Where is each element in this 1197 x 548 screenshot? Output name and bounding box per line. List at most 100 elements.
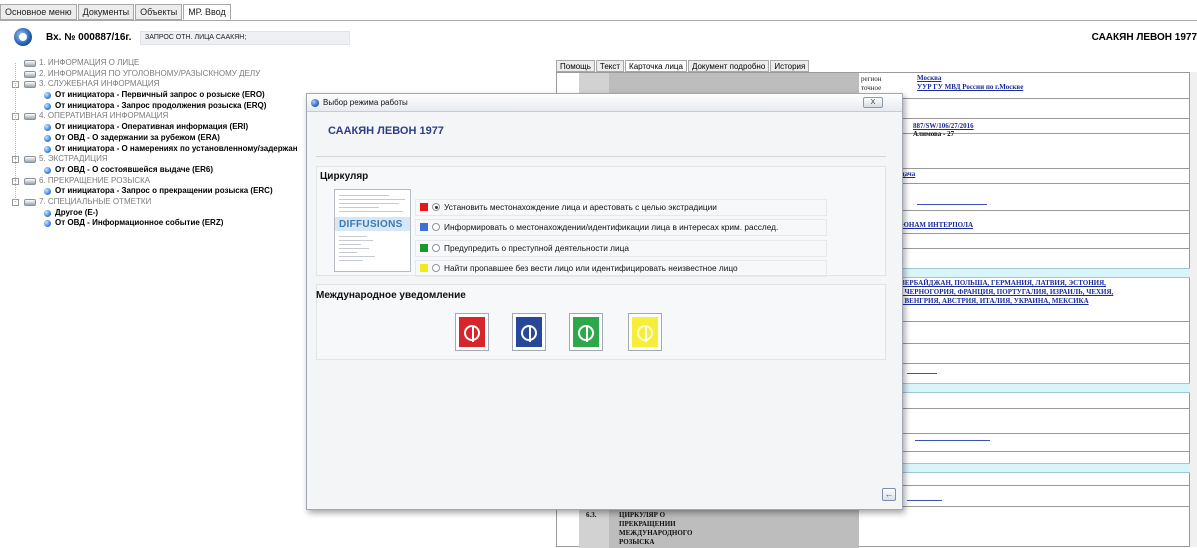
folder-icon (24, 60, 36, 67)
card-vertical-scrollbar[interactable] (1190, 72, 1197, 547)
tree-item[interactable]: -3. СЛУЖЕБНАЯ ИНФОРМАЦИЯ (0, 79, 306, 90)
tree-item-label: От инициатора - Запрос о прекращении роз… (55, 186, 273, 196)
tree-item-label: От ОВД - О задержании за рубежом (ERA) (55, 132, 220, 142)
document-number: Вх. № 000887/16г. (46, 32, 132, 43)
folder-icon (24, 156, 36, 164)
dialog-person-name: СААКЯН ЛЕВОН 1977 (328, 125, 444, 137)
card-ref-number[interactable]: 887/SW/106/27/2016 (913, 122, 974, 130)
dialog-title-bar[interactable]: Выбор режима работы X (307, 94, 902, 112)
tree-item-label: 6. ПРЕКРАЩЕНИЕ РОЗЫСКА (39, 175, 151, 185)
tree-item-label: От инициатора - Запрос продолжения розыс… (55, 100, 267, 110)
person-header-name: СААКЯН ЛЕВОН 1977 (1091, 32, 1197, 43)
card-row-line (857, 321, 1191, 322)
bullet-icon (44, 209, 51, 217)
tree-item[interactable]: От инициатора - Оперативная информация (… (0, 122, 306, 133)
section-tree: 1. ИНФОРМАЦИЯ О ЛИЦЕ 2. ИНФОРМАЦИЯ ПО УГО… (0, 58, 306, 229)
folder-icon (24, 177, 36, 185)
notice-green-button[interactable] (569, 313, 603, 351)
card-tab-0[interactable]: Помощь (556, 60, 595, 72)
card-row-line (857, 485, 1191, 486)
card-row-line (857, 363, 1191, 364)
tree-item-label: 5. ЭКСТРАДИЦИЯ (39, 154, 108, 164)
tree-item-label: От ОВД - Информационное событие (ERZ) (55, 218, 224, 228)
tree-item[interactable]: От инициатора - О намерениях по установл… (0, 144, 306, 155)
interpol-globe-icon (521, 325, 537, 342)
bullet-icon (44, 145, 51, 153)
color-swatch-icon (420, 244, 428, 252)
tree-item-label: От инициатора - Оперативная информация (… (55, 122, 249, 132)
tree-item-label: 3. СЛУЖЕБНАЯ ИНФОРМАЦИЯ (39, 79, 160, 89)
card-row-line (857, 248, 1191, 249)
bullet-icon (44, 124, 51, 132)
card-region-value[interactable]: Москва (917, 74, 941, 82)
tree-item-label: Другое (E-) (55, 207, 99, 217)
card-tab-bar: Помощь Текст Карточка лица Документ подробн… (556, 60, 810, 72)
top-tab-bar: Основное меню Документы Объекты МР. Ввод (0, 4, 232, 21)
card-row-line (857, 133, 1191, 134)
tree-item[interactable]: От инициатора - Первичный запрос о розыс… (0, 90, 306, 101)
card-section-title: РОЗЫСКА (619, 538, 655, 546)
tree-item[interactable]: -5. ЭКСТРАДИЦИЯ (0, 154, 306, 165)
card-partial-interpol[interactable]: ЮНАМ ИНТЕРПОЛА (901, 221, 973, 229)
dialog-separator (316, 156, 886, 157)
radio-button[interactable] (432, 264, 440, 272)
card-tab-4[interactable]: История (770, 60, 810, 72)
card-row-line (857, 451, 1191, 452)
card-row-line (857, 168, 1191, 169)
card-row-line (857, 210, 1191, 211)
card-countries-line[interactable]: , ЧЕРНОГОРИЯ, ФРАНЦИЯ, ПОРТУГАЛИЯ, ИЗРАИ… (901, 288, 1113, 296)
card-countries-line[interactable]: , ВЕНГРИЯ, АВСТРИЯ, ИТАЛИЯ, УКРАИНА, МЕК… (901, 297, 1089, 305)
tree-guide-line (15, 63, 16, 203)
radio-button[interactable] (432, 203, 440, 211)
top-tab-divider (0, 20, 1197, 21)
interpol-globe-icon (578, 325, 594, 342)
interpol-globe-icon (637, 325, 653, 342)
radio-button[interactable] (432, 223, 440, 231)
top-tab-3[interactable]: МР. Ввод (183, 4, 231, 20)
top-tab-2[interactable]: Объекты (135, 4, 183, 20)
tree-item[interactable]: От ОВД - О состоявшейся выдаче (ER6) (0, 165, 306, 176)
top-tab-0[interactable]: Основное меню (0, 4, 77, 20)
card-tab-1[interactable]: Текст (595, 60, 625, 72)
notice-blue-button[interactable] (512, 313, 546, 351)
folder-icon (24, 70, 36, 78)
card-region-label: регион (861, 75, 882, 83)
tree-item[interactable]: 1. ИНФОРМАЦИЯ О ЛИЦЕ (0, 58, 306, 69)
card-tab-3[interactable]: Документ подробно (687, 60, 770, 72)
folder-icon (24, 113, 36, 121)
color-swatch-icon (420, 223, 428, 231)
tree-item[interactable]: От инициатора - Запрос о прекращении роз… (0, 186, 306, 197)
notice-red-button[interactable] (455, 313, 489, 351)
dialog-proceed-button[interactable]: ← (882, 488, 896, 501)
tree-item[interactable]: -7. СПЕЦИАЛЬНЫЕ ОТМЕТКИ (0, 197, 306, 208)
international-notice-title: Международное уведомление (316, 290, 466, 301)
circular-option-label: Установить местонахождение лица и аресто… (444, 202, 717, 212)
card-partial-field[interactable]: дача (901, 170, 915, 178)
notice-yellow-button[interactable] (628, 313, 662, 351)
tree-item-label: От ОВД - О состоявшейся выдаче (ER6) (55, 164, 214, 174)
tree-item[interactable]: 2. ИНФОРМАЦИЯ ПО УГОЛОВНОМУ/РАЗЫСКНОМУ Д… (0, 69, 306, 80)
tree-item[interactable]: От инициатора - Запрос продолжения розыс… (0, 101, 306, 112)
diffusion-document-label: DIFFUSIONS (339, 219, 403, 230)
diffusion-document-thumbnail: DIFFUSIONS (334, 189, 411, 272)
card-tab-2[interactable]: Карточка лица (625, 60, 687, 72)
tree-item[interactable]: -4. ОПЕРАТИВНАЯ ИНФОРМАЦИЯ (0, 111, 306, 122)
tree-item[interactable]: От ОВД - О задержании за рубежом (ERA) (0, 133, 306, 144)
top-tab-1[interactable]: Документы (77, 4, 135, 20)
card-exact-value[interactable]: УУР ГУ МВД России по г.Москве (917, 83, 1023, 91)
color-swatch-icon (420, 264, 428, 272)
tree-item[interactable]: От ОВД - Информационное событие (ERZ) (0, 218, 306, 229)
tree-item[interactable]: -6. ПРЕКРАЩЕНИЕ РОЗЫСКА (0, 176, 306, 187)
bullet-icon (44, 166, 51, 174)
app-globe-icon (311, 99, 319, 107)
color-swatch-icon (420, 203, 428, 211)
dialog-close-button[interactable]: X (863, 97, 883, 108)
tree-item-label: От инициатора - Первичный запрос о розыс… (55, 90, 265, 100)
circular-title: Циркуляр (320, 171, 369, 182)
radio-button[interactable] (432, 244, 440, 252)
card-countries-line[interactable]: ЗЕРБАЙДЖАН, ПОЛЬША, ГЕРМАНИЯ, ЛАТВИЯ, ЭС… (901, 279, 1106, 287)
card-exact-label: точное (861, 84, 882, 92)
tree-item[interactable]: Другое (E-) (0, 208, 306, 219)
dialog-title: Выбор режима работы (323, 98, 408, 107)
card-highlight-row (857, 383, 1191, 393)
